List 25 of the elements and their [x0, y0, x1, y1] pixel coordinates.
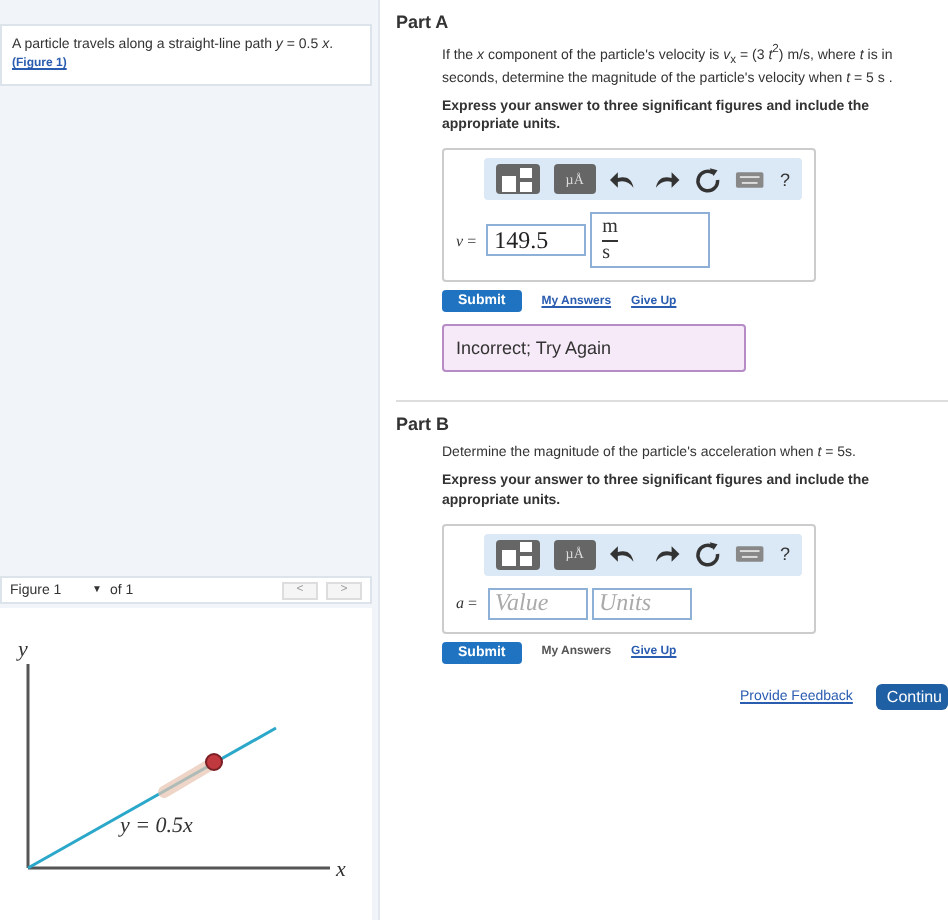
- reset-icon[interactable]: [693, 165, 721, 194]
- keyboard-icon[interactable]: [734, 542, 766, 567]
- help-button[interactable]: ?: [779, 169, 790, 190]
- particle-dot: [205, 753, 223, 771]
- value-field[interactable]: 149.5: [486, 224, 587, 257]
- units-field[interactable]: m s: [590, 212, 711, 269]
- units-field[interactable]: Units: [591, 587, 692, 620]
- templates-button[interactable]: [496, 164, 540, 195]
- value-field[interactable]: Value: [487, 587, 588, 620]
- line-equation: y = 0.5x: [120, 814, 193, 838]
- templates-button[interactable]: [496, 539, 540, 570]
- part-title: Part B: [396, 414, 452, 435]
- templates-icon: [499, 165, 536, 194]
- feedback-message: Incorrect; Try Again: [442, 324, 746, 373]
- motion-trail: [158, 760, 214, 798]
- help-button[interactable]: ?: [779, 544, 790, 565]
- templates-icon: [499, 540, 536, 569]
- reset-icon[interactable]: [693, 540, 721, 569]
- x-axis-label: x: [336, 858, 346, 882]
- variable-label: a =: [456, 594, 478, 613]
- variable-label: v =: [456, 231, 477, 250]
- part-title: Part A: [396, 12, 451, 32]
- y-axis-label: y: [18, 638, 28, 662]
- keyboard-icon[interactable]: [734, 167, 766, 192]
- continue-button[interactable]: Continu: [876, 683, 948, 710]
